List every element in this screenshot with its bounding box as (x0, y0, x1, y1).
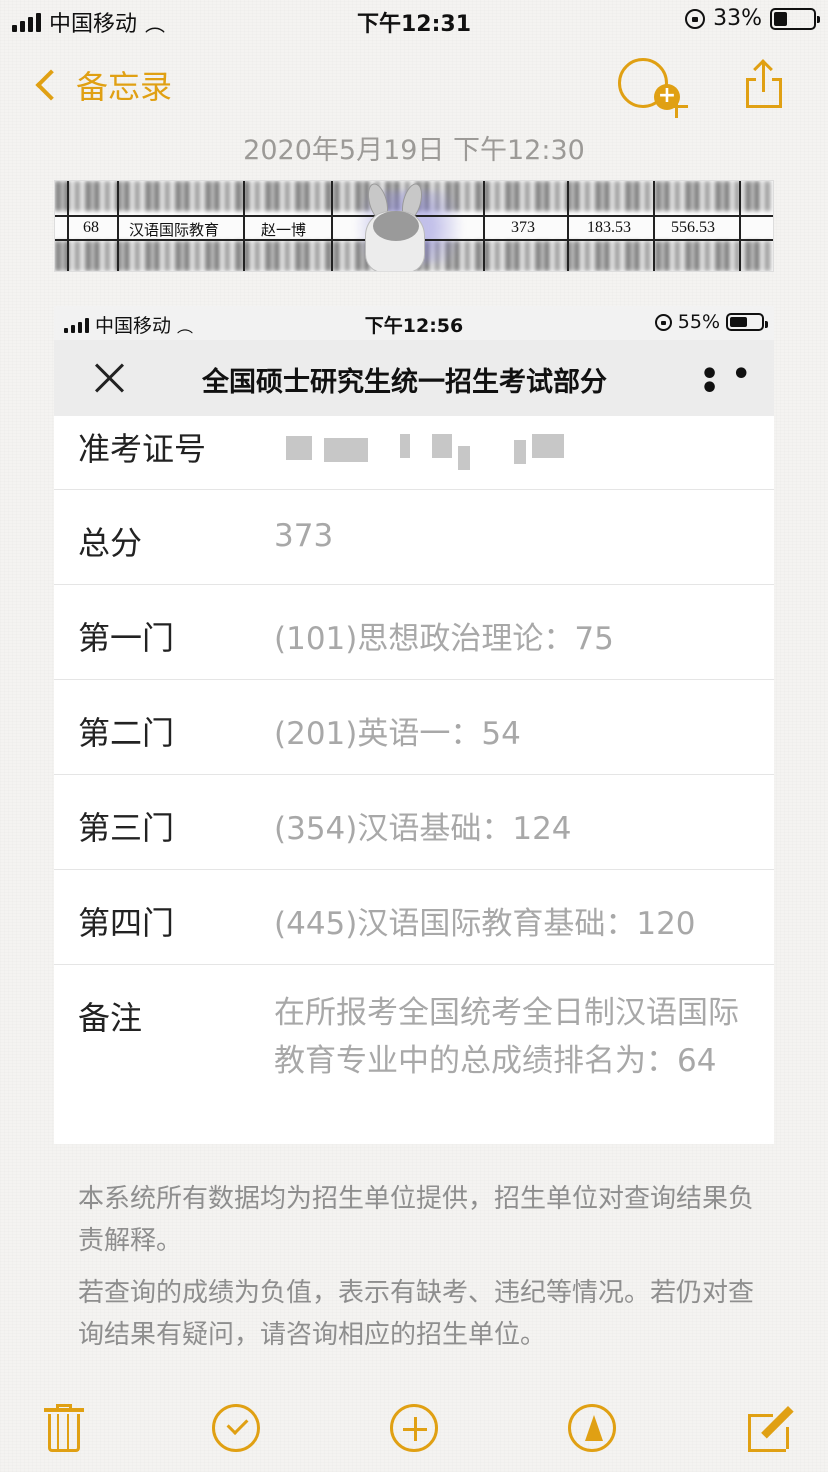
result-row: 第一门 (101)思想政治理论：75 (54, 585, 774, 680)
redacted-block (432, 434, 452, 458)
add-icon[interactable] (390, 1404, 438, 1452)
inner-navigation-bar: 全国硕士研究生统一招生考试部分 • • • (54, 340, 774, 416)
result-row: 第四门 (445)汉语国际教育基础：120 (54, 870, 774, 965)
bottom-toolbar (0, 1392, 828, 1472)
result-value: (354)汉语基础：124 (274, 811, 572, 847)
chevron-left-icon (35, 69, 67, 101)
orientation-lock-icon (654, 313, 672, 331)
attached-table-image[interactable]: 68 汉语国际教育 赵一博 373 183.53 556.53 (54, 180, 774, 272)
result-value: 在所报考全国统考全日制汉语国际教育专业中的总成绩排名为：64 (274, 995, 739, 1079)
result-key: 第四门 (78, 904, 175, 942)
table-cell: 汉语国际教育 (129, 221, 220, 239)
redacted-block (514, 440, 526, 464)
battery-percent: 33% (713, 6, 762, 31)
inner-battery-percent: 55% (677, 311, 720, 333)
share-button[interactable] (744, 59, 784, 108)
footnote: 若查询的成绩为负值，表示有缺考、违纪等情况。若仍对查询结果有疑问，请咨询相应的招… (78, 1278, 755, 1350)
inner-status-bar: 中国移动 ︵ 下午12:56 55% (54, 306, 774, 340)
result-row: 备注 在所报考全国统考全日制汉语国际教育专业中的总成绩排名为：64 (54, 965, 774, 1144)
table-cell: 183.53 (587, 219, 631, 236)
plus-badge-icon: + (654, 84, 688, 118)
rabbit-sticker-icon (355, 181, 435, 271)
table-cell: 赵一博 (261, 221, 307, 239)
battery-icon (726, 313, 768, 331)
result-key: 第二门 (78, 714, 175, 752)
score-card: 准考证号 总分 373 第一门 (101)思想政治理论：75 第二门 (201)… (54, 416, 774, 1144)
result-key: 第一门 (78, 619, 175, 657)
result-key: 准考证号 (78, 430, 207, 468)
inner-page-title: 全国硕士研究生统一招生考试部分 (202, 367, 607, 398)
back-button[interactable]: 备忘录 (30, 62, 172, 108)
more-icon: • • • (700, 357, 752, 406)
table-cell: 68 (83, 219, 99, 236)
redacted-block (286, 436, 312, 460)
result-key: 第三门 (78, 809, 175, 847)
table-cell: 556.53 (671, 219, 715, 236)
battery-icon (770, 7, 820, 30)
result-row: 总分 373 (54, 490, 774, 585)
add-people-button[interactable]: + (618, 58, 688, 118)
result-value: (201)英语一：54 (274, 716, 521, 752)
redacted-block (458, 446, 470, 470)
navigation-bar: 备忘录 + (0, 50, 828, 120)
checklist-icon[interactable] (212, 1404, 260, 1452)
table-cell: 373 (511, 219, 535, 236)
status-bar: 中国移动 ︵ 下午12:31 33% (0, 0, 828, 42)
compose-icon[interactable] (746, 1404, 796, 1454)
result-row: 第二门 (201)英语一：54 (54, 680, 774, 775)
orientation-lock-icon (685, 8, 706, 29)
result-value: (101)思想政治理论：75 (274, 621, 614, 657)
result-key: 总分 (78, 524, 143, 562)
result-value: (445)汉语国际教育基础：120 (274, 906, 696, 942)
result-row: 准考证号 (54, 416, 774, 490)
trash-icon[interactable] (40, 1404, 90, 1454)
redacted-block (324, 438, 368, 462)
redacted-block (532, 434, 564, 458)
result-row: 第三门 (354)汉语基础：124 (54, 775, 774, 870)
note-date: 2020年5月19日 下午12:30 (243, 135, 585, 166)
back-label: 备忘录 (76, 68, 173, 106)
result-key: 备注 (78, 999, 143, 1037)
close-icon (94, 362, 126, 394)
sketch-icon[interactable] (568, 1404, 616, 1452)
result-value: 373 (274, 518, 334, 554)
redacted-block (400, 434, 410, 458)
footnote: 本系统所有数据均为招生单位提供，招生单位对查询结果负责解释。 (78, 1184, 755, 1256)
